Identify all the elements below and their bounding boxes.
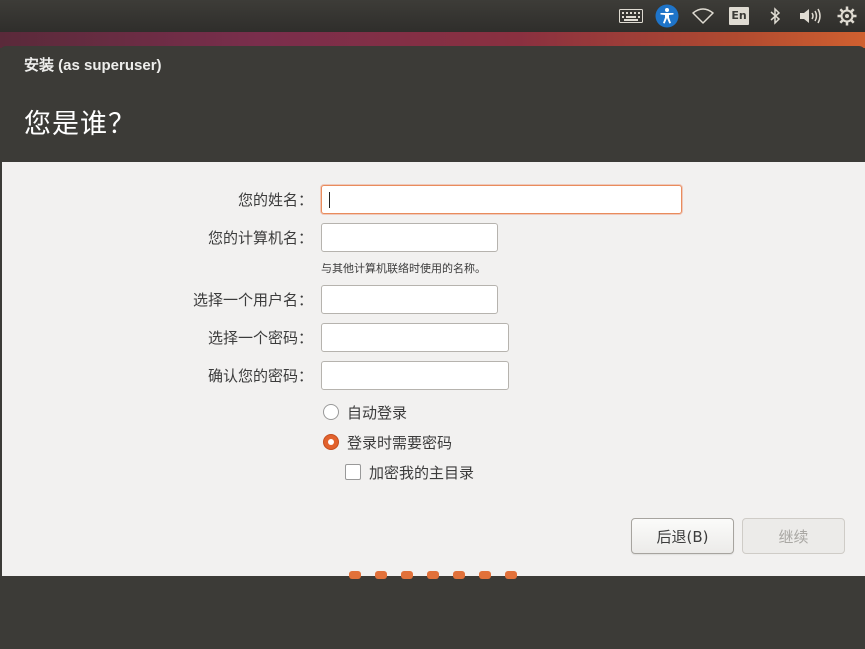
require-password-label: 登录时需要密码 (347, 433, 453, 452)
name-input[interactable] (321, 185, 682, 214)
progress-dot (401, 571, 413, 579)
confirm-password-input[interactable] (321, 361, 509, 390)
password-row: 选择一个密码： (2, 323, 865, 353)
continue-button[interactable]: 继续 (742, 518, 845, 554)
progress-dot (349, 571, 361, 579)
confirm-password-label: 确认您的密码： (207, 367, 313, 385)
page-title: 您是谁？ (24, 109, 136, 140)
computer-name-hint: 与其他计算机联络时使用的名称。 (321, 262, 486, 275)
footer (0, 576, 865, 649)
progress-dots (349, 571, 517, 579)
form-panel: 您的姓名： 您的计算机名： 与其他计算机联络时使用的名称。 选择一个用户名： 选… (2, 162, 865, 576)
name-label: 您的姓名： (237, 191, 313, 209)
keyboard-icon[interactable] (613, 0, 649, 32)
username-row: 选择一个用户名： (2, 285, 865, 315)
progress-dot (453, 571, 465, 579)
computer-name-label: 您的计算机名： (207, 229, 313, 247)
auto-login-option[interactable]: 自动登录 (323, 400, 407, 424)
username-input[interactable] (321, 285, 498, 314)
accessibility-icon[interactable] (649, 0, 685, 32)
language-indicator[interactable]: En (721, 0, 757, 32)
text-cursor (329, 192, 330, 208)
bluetooth-icon[interactable] (757, 0, 793, 32)
encrypt-home-label: 加密我的主目录 (369, 463, 475, 482)
auto-login-radio[interactable] (323, 404, 339, 420)
computer-name-input[interactable] (321, 223, 498, 252)
password-input[interactable] (321, 323, 509, 352)
progress-dot (479, 571, 491, 579)
back-button[interactable]: 后退(B) (631, 518, 734, 554)
encrypt-home-checkbox[interactable] (345, 464, 361, 480)
language-label: En (729, 7, 749, 25)
progress-dot (375, 571, 387, 579)
computer-name-row: 您的计算机名： (2, 223, 865, 253)
username-label: 选择一个用户名： (192, 291, 313, 309)
settings-gear-icon[interactable] (829, 0, 865, 32)
installer-window: 安装 (as superuser) 您是谁？ 您的姓名： 您的计算机名： 与其他… (0, 46, 865, 649)
password-label: 选择一个密码： (207, 329, 313, 347)
progress-dot (427, 571, 439, 579)
require-password-radio[interactable] (323, 434, 339, 450)
auto-login-label: 自动登录 (347, 403, 408, 422)
system-tray: En (613, 0, 865, 32)
confirm-password-row: 确认您的密码： (2, 361, 865, 391)
name-row: 您的姓名： (2, 185, 865, 215)
wifi-icon[interactable] (685, 0, 721, 32)
progress-dot (505, 571, 517, 579)
volume-icon[interactable] (793, 0, 829, 32)
require-password-option[interactable]: 登录时需要密码 (323, 430, 452, 454)
top-panel: En (0, 0, 865, 32)
encrypt-home-option[interactable]: 加密我的主目录 (345, 460, 474, 484)
window-title: 安装 (as superuser) (24, 57, 162, 74)
